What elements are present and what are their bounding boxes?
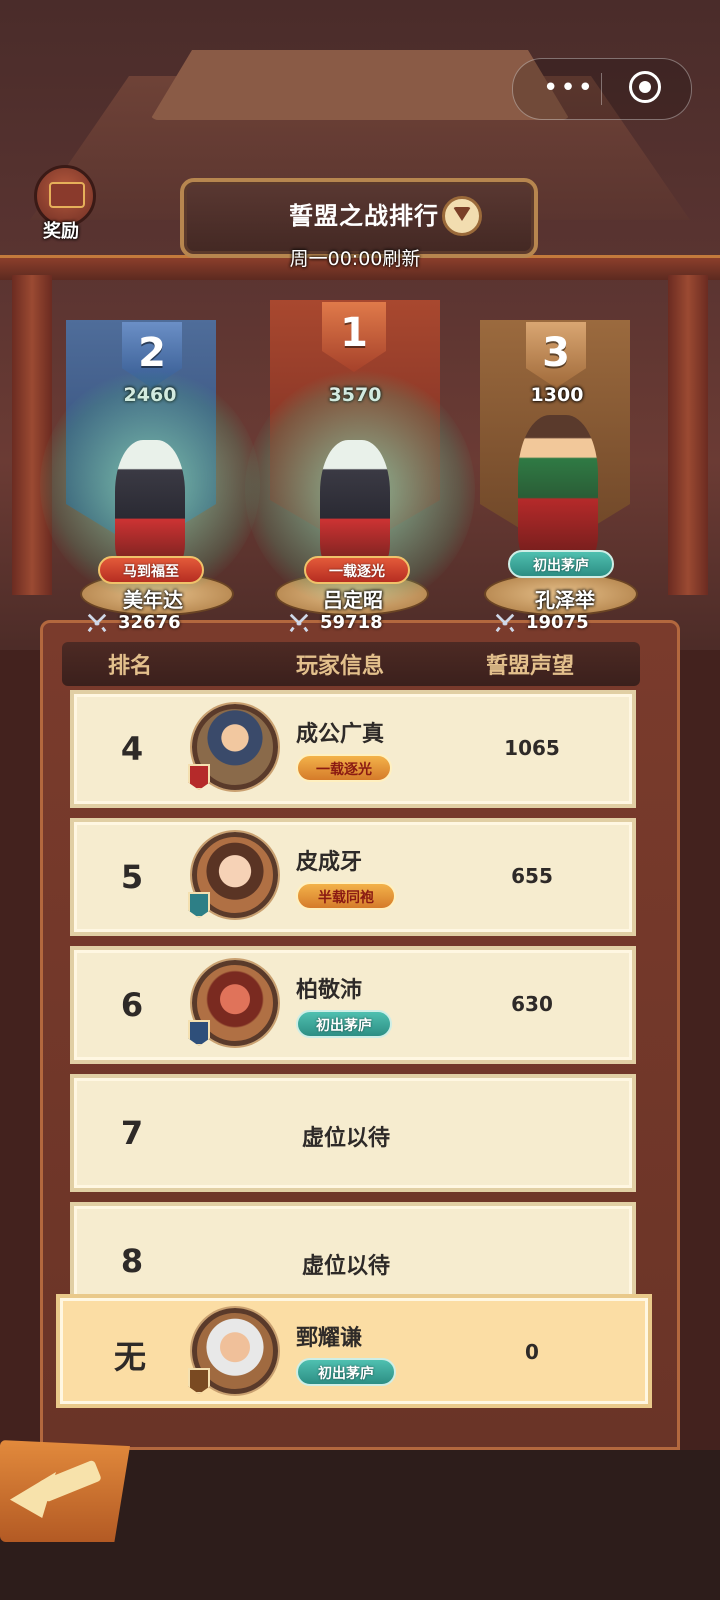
table-row[interactable]: 6 柏敬沛 初出茅庐 630 [70, 946, 636, 1064]
player-name: 柏敬沛 [296, 978, 363, 1003]
reward-label: 奖励 [43, 221, 79, 242]
refresh-note: 周一00:00刷新 [289, 248, 421, 270]
faction-badge-icon [188, 1020, 210, 1046]
player-avatar-3[interactable] [518, 415, 598, 565]
pillar-left [12, 275, 52, 595]
player-score: 1065 [504, 736, 560, 760]
pillar-right [668, 275, 708, 595]
podium-name-2: 美年达 [123, 588, 183, 612]
self-title-tag: 初出茅庐 [296, 1358, 396, 1386]
crossed-swords-icon [289, 613, 309, 633]
podium-title-tag-2: 马到福至 [98, 556, 204, 584]
player-name: 皮成牙 [296, 850, 363, 875]
row-rank: 8 [120, 1242, 144, 1280]
column-rank: 排名 [107, 654, 152, 679]
player-title-tag: 半载同袍 [296, 882, 396, 910]
vacant-slot-text: 虚位以待 [301, 1254, 390, 1279]
table-row[interactable]: 4 成公广真 一载逐光 1065 [70, 690, 636, 808]
row-rank: 5 [120, 858, 144, 896]
table-row: 7 虚位以待 [70, 1074, 636, 1192]
faction-badge-icon [188, 892, 210, 918]
faction-badge-icon [188, 764, 210, 790]
table-row[interactable]: 5 皮成牙 半载同袍 655 [70, 818, 636, 936]
player-avatar-1[interactable] [320, 440, 390, 570]
power-value: 32676 [118, 612, 181, 633]
vacant-slot-text: 虚位以待 [301, 1126, 390, 1151]
faction-badge-icon [188, 1368, 210, 1394]
player-name: 成公广真 [296, 722, 385, 747]
podium-name-3: 孔泽举 [535, 588, 595, 612]
podium-score-3: 1300 [530, 384, 584, 406]
self-name: 鄄耀谦 [296, 1326, 363, 1351]
page-title: 誓盟之战排行 [289, 202, 439, 230]
frame-left [0, 650, 42, 1450]
column-player-info: 玩家信息 [295, 654, 384, 679]
podium-title-tag-3: 初出茅庐 [508, 550, 614, 578]
player-score: 655 [511, 864, 553, 888]
self-rank-row[interactable]: 无 鄄耀谦 初出茅庐 0 [56, 1294, 652, 1408]
chevron-down-icon [453, 207, 471, 221]
ranking-dropdown-button[interactable] [442, 196, 482, 236]
self-rank: 无 [113, 1338, 146, 1376]
crossed-swords-icon [87, 613, 107, 633]
roof-top [150, 50, 570, 120]
row-rank: 6 [120, 986, 144, 1024]
more-dots-icon[interactable]: ••• [543, 73, 593, 103]
frame-right [678, 650, 720, 1450]
reward-button[interactable]: 奖励 [26, 165, 96, 245]
player-avatar-2[interactable] [115, 440, 185, 570]
podium-title-tag-1: 一载逐光 [304, 556, 410, 584]
column-reputation: 誓盟声望 [485, 654, 574, 679]
back-button[interactable] [0, 1440, 130, 1542]
capsule-divider [601, 73, 602, 105]
player-score: 630 [511, 992, 553, 1016]
crossed-swords-icon [495, 613, 515, 633]
close-target-icon[interactable] [629, 71, 661, 103]
mini-program-capsule: ••• [512, 58, 692, 120]
podium-name-1: 吕定昭 [323, 588, 383, 612]
back-arrow-head [10, 1472, 56, 1518]
row-rank: 7 [120, 1114, 144, 1152]
row-rank: 4 [120, 730, 144, 768]
power-value: 59718 [320, 612, 383, 633]
player-title-tag: 初出茅庐 [296, 1010, 392, 1038]
self-score: 0 [525, 1340, 539, 1364]
power-value: 19075 [526, 612, 589, 633]
player-title-tag: 一载逐光 [296, 754, 392, 782]
